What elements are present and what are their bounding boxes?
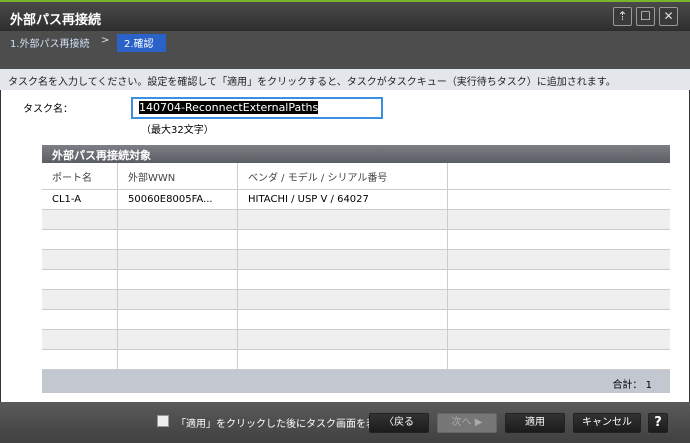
total-label: 合計： xyxy=(612,380,643,391)
total-count: 1 xyxy=(645,380,652,391)
empty-cell xyxy=(42,290,118,309)
empty-cell xyxy=(448,190,670,209)
footer-bar: 「適用」をクリックした後にタスク画面を表示 〈戻る 次へ ▶ 適用 キャンセル … xyxy=(0,402,690,443)
empty-cell xyxy=(42,230,118,249)
maximize-icon[interactable]: ☐ xyxy=(636,7,655,26)
chevron-right-icon: ▶ xyxy=(474,417,483,428)
empty-row xyxy=(42,270,670,290)
empty-cell xyxy=(118,310,238,329)
empty-cell xyxy=(42,350,118,369)
empty-cell xyxy=(238,270,448,289)
empty-cell xyxy=(118,330,238,349)
empty-cell xyxy=(118,270,238,289)
empty-cell xyxy=(448,350,670,369)
empty-cell xyxy=(118,230,238,249)
empty-cell xyxy=(238,290,448,309)
empty-cell xyxy=(118,290,238,309)
empty-cell xyxy=(448,210,670,229)
empty-cell xyxy=(42,250,118,269)
empty-row xyxy=(42,350,670,370)
table-title: 外部パス再接続対象 xyxy=(42,145,670,163)
show-tasks-label: 「適用」をクリックした後にタスク画面を表示 xyxy=(176,419,386,430)
next-button[interactable]: 次へ ▶ xyxy=(437,413,497,433)
wwn-cell: 50060E8005FA... xyxy=(118,190,238,209)
apply-button[interactable]: 適用 xyxy=(505,413,565,433)
empty-cell xyxy=(42,210,118,229)
empty-row xyxy=(42,290,670,310)
empty-cell xyxy=(448,270,670,289)
content: タスク名： 140704-ReconnectExternalPaths （最大3… xyxy=(0,90,690,402)
empty-cell xyxy=(448,310,670,329)
cancel-button[interactable]: キャンセル xyxy=(573,413,641,433)
pin-icon[interactable]: ⇡ xyxy=(613,7,632,26)
empty-cell xyxy=(238,350,448,369)
empty-row xyxy=(42,330,670,350)
empty-row xyxy=(42,250,670,270)
column-header xyxy=(448,163,670,189)
instructions: タスク名を入力してください。設定を確認して「適用」をクリックすると、タスクがタス… xyxy=(0,69,690,90)
empty-row xyxy=(42,210,670,230)
task-name-value: 140704-ReconnectExternalPaths xyxy=(139,101,319,114)
empty-cell xyxy=(42,310,118,329)
empty-cell xyxy=(238,330,448,349)
empty-cell xyxy=(238,310,448,329)
empty-cell xyxy=(42,270,118,289)
table-footer: 合計： 1 xyxy=(42,370,670,393)
empty-row xyxy=(42,310,670,330)
empty-cell xyxy=(118,350,238,369)
empty-cell xyxy=(118,210,238,229)
empty-cell xyxy=(448,330,670,349)
breadcrumb-separator: > xyxy=(101,35,110,46)
breadcrumb-step-2: 2.確認 xyxy=(117,34,166,52)
empty-cell xyxy=(448,250,670,269)
empty-cell xyxy=(118,250,238,269)
empty-cell xyxy=(238,230,448,249)
empty-cell xyxy=(238,250,448,269)
breadcrumb-step-1[interactable]: 1.外部パス再接続 xyxy=(10,35,90,50)
target-table: 外部パス再接続対象 ポート名 外部WWN ベンダ / モデル / シリアル番号 … xyxy=(42,145,670,393)
window-title: 外部パス再接続 xyxy=(10,13,102,28)
table-row[interactable]: CL1-A 50060E8005FA... HITACHI / USP V / … xyxy=(42,190,670,210)
breadcrumb: 1.外部パス再接続 > 2.確認 xyxy=(0,31,690,69)
vendor-cell: HITACHI / USP V / 64027 xyxy=(238,190,448,209)
chevron-left-icon: 〈 xyxy=(384,417,394,428)
empty-cell xyxy=(448,230,670,249)
close-icon[interactable]: ✕ xyxy=(659,7,678,26)
back-button[interactable]: 〈戻る xyxy=(369,413,429,433)
column-header[interactable]: ポート名 xyxy=(42,163,118,189)
table-header: ポート名 外部WWN ベンダ / モデル / シリアル番号 xyxy=(42,163,670,190)
task-name-label: タスク名： xyxy=(23,104,73,115)
task-name-hint: （最大32文字） xyxy=(141,125,214,136)
task-name-input[interactable]: 140704-ReconnectExternalPaths xyxy=(131,97,383,119)
title-bar: 外部パス再接続 ⇡ ☐ ✕ xyxy=(0,0,690,31)
show-tasks-checkbox[interactable] xyxy=(157,415,169,427)
empty-row xyxy=(42,230,670,250)
column-header[interactable]: ベンダ / モデル / シリアル番号 xyxy=(238,163,448,189)
empty-cell xyxy=(238,210,448,229)
help-button[interactable]: ? xyxy=(648,413,668,433)
column-header[interactable]: 外部WWN xyxy=(118,163,238,189)
empty-cell xyxy=(42,330,118,349)
empty-cell xyxy=(448,290,670,309)
port-cell: CL1-A xyxy=(42,190,118,209)
